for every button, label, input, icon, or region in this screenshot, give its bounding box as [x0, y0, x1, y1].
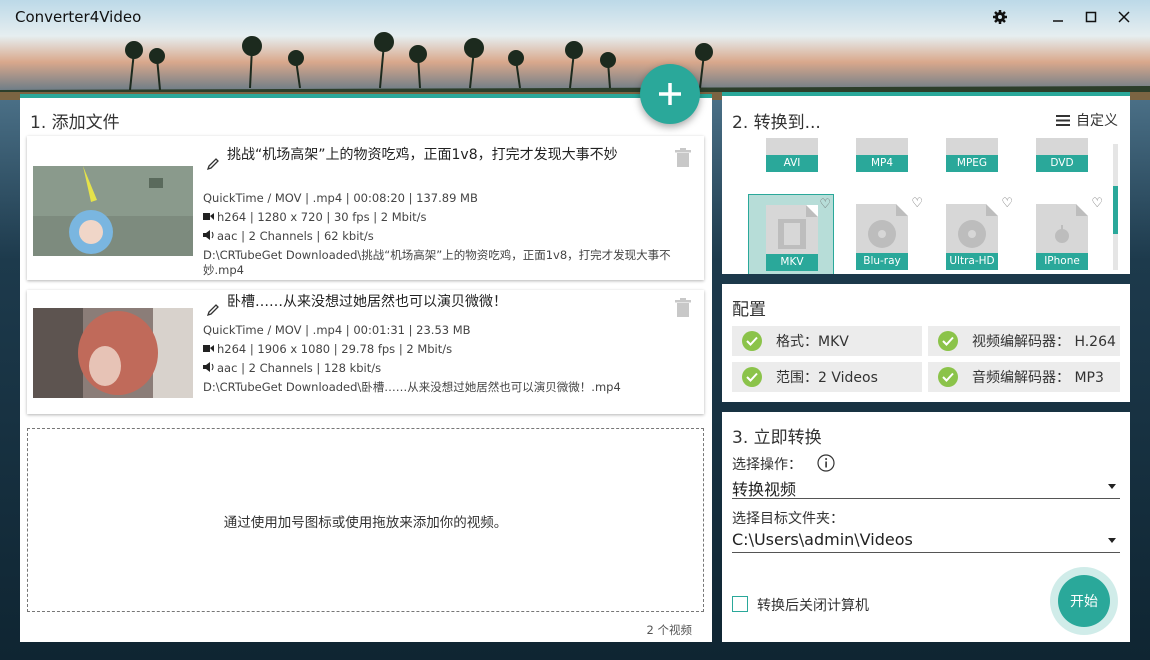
config-title: 配置 [732, 300, 766, 320]
shutdown-checkbox[interactable] [732, 596, 748, 612]
check-icon [742, 367, 762, 387]
config-range[interactable]: 范围：2 Videos [732, 362, 922, 392]
plus-icon [659, 83, 681, 105]
customize-button[interactable]: 自定义 [1056, 110, 1118, 130]
operation-value: 转换视频 [732, 480, 797, 499]
format-label: Blu-ray [856, 253, 908, 270]
format-label: DVD [1036, 155, 1088, 172]
video-camera-icon [203, 340, 217, 359]
apple-icon [1055, 225, 1069, 243]
config-format-label: 格式：MKV [776, 334, 849, 350]
delete-trash-icon[interactable] [674, 298, 692, 318]
format-label: MKV [766, 254, 818, 271]
info-icon[interactable] [817, 454, 835, 472]
format-tile-mpeg[interactable]: MPEG [929, 138, 1015, 180]
favorite-heart-icon[interactable]: ♡ [1091, 196, 1103, 211]
dropdown-caret-icon [1108, 538, 1116, 543]
folder-label: 选择目标文件夹： [732, 511, 844, 527]
add-files-title: 1. 添加文件 [30, 113, 120, 133]
format-tile-dvd[interactable]: DVD [1019, 138, 1105, 180]
title-bar: Converter4Video [0, 0, 1150, 34]
background-palm-skyline [0, 32, 1150, 100]
file-card-2[interactable]: 卧槽……从来没想过她居然也可以演贝微微！ QuickTime / MOV | .… [27, 290, 704, 414]
settings-gear-icon[interactable] [989, 6, 1011, 28]
add-files-panel: 1. 添加文件 挑战“机场高架”上的物资吃鸡，正面1v8，打完才发现大事不妙 Q… [20, 94, 712, 642]
format-label: IPhone [1036, 253, 1088, 270]
drop-zone-hint: 通过使用加号图标或使用拖放来添加你的视频。 [223, 515, 508, 531]
format-tile-mkv[interactable]: MKV ♡ [748, 194, 834, 274]
operation-select[interactable]: 转换视频 [732, 473, 1120, 499]
convert-to-panel: 2. 转换到... 自定义 AVI MP4 MPEG DVD MKV ♡ Blu… [722, 92, 1130, 274]
delete-trash-icon[interactable] [674, 148, 692, 168]
convert-now-panel: 3. 立即转换 选择操作： 转换视频 选择目标文件夹： C:\Users\adm… [722, 412, 1130, 642]
config-audio-codec-label: 音频编解码器： MP3 [972, 370, 1104, 386]
folder-value: C:\Users\admin\Videos [732, 530, 913, 549]
customize-label: 自定义 [1076, 113, 1118, 129]
disc-icon [958, 220, 986, 248]
close-icon[interactable] [1113, 6, 1135, 28]
config-video-codec[interactable]: 视频编解码器： H.264 [928, 326, 1120, 356]
convert-now-title: 3. 立即转换 [732, 428, 822, 448]
format-label: AVI [766, 155, 818, 172]
folder-select[interactable]: C:\Users\admin\Videos [732, 527, 1120, 553]
favorite-heart-icon[interactable]: ♡ [819, 197, 831, 212]
convert-to-title: 2. 转换到... [732, 113, 821, 133]
check-icon [938, 367, 958, 387]
file-path: D:\CRTubeGet Downloaded\挑战“机场高架”上的物资吃鸡，正… [203, 248, 671, 277]
start-button[interactable]: 开始 [1058, 575, 1110, 627]
operation-label: 选择操作： [732, 457, 802, 473]
video-camera-icon [203, 208, 217, 227]
minimize-icon[interactable] [1047, 6, 1069, 28]
favorite-heart-icon[interactable]: ♡ [1001, 196, 1013, 211]
check-icon [742, 331, 762, 351]
config-audio-codec[interactable]: 音频编解码器： MP3 [928, 362, 1120, 392]
file-path: D:\CRTubeGet Downloaded\卧槽……从来没想过她居然也可以演… [203, 380, 621, 394]
format-label: MPEG [946, 155, 998, 172]
drop-zone[interactable]: 通过使用加号图标或使用拖放来添加你的视频。 [27, 428, 704, 612]
video-count: 2 个视频 [646, 623, 692, 637]
format-tile-avi[interactable]: AVI [749, 138, 835, 180]
file-container-info: QuickTime / MOV | .mp4 | 00:01:31 | 23.5… [203, 323, 471, 337]
format-tile-bluray[interactable]: Blu-ray ♡ [839, 194, 925, 274]
add-file-button[interactable] [640, 64, 700, 124]
config-video-codec-label: 视频编解码器： H.264 [972, 334, 1116, 350]
file-card-1[interactable]: 挑战“机场高架”上的物资吃鸡，正面1v8，打完才发现大事不妙 QuickTime… [27, 136, 704, 280]
format-tile-ultrahd[interactable]: Ultra-HD ♡ [929, 194, 1015, 274]
file-video-info: h264 | 1906 x 1080 | 29.78 fps | 2 Mbit/… [203, 340, 452, 359]
config-panel: 配置 格式：MKV 视频编解码器： H.264 范围：2 Videos 音频编解… [722, 284, 1130, 402]
config-format[interactable]: 格式：MKV [732, 326, 922, 356]
speaker-icon [203, 359, 217, 378]
file-audio-info: aac | 2 Channels | 62 kbit/s [203, 227, 374, 246]
format-label: MP4 [856, 155, 908, 172]
format-grid: AVI MP4 MPEG DVD MKV ♡ Blu-ray ♡ Ultra-H… [722, 138, 1112, 274]
check-icon [938, 331, 958, 351]
edit-name-pencil-icon[interactable] [205, 156, 221, 172]
dropdown-caret-icon [1108, 484, 1116, 489]
edit-name-pencil-icon[interactable] [205, 302, 221, 318]
app-title: Converter4Video [15, 8, 142, 26]
favorite-heart-icon[interactable]: ♡ [911, 196, 923, 211]
format-tile-iphone[interactable]: IPhone ♡ [1019, 194, 1105, 274]
format-scrollbar-thumb[interactable] [1113, 186, 1118, 234]
format-label: Ultra-HD [946, 253, 998, 270]
file-name: 卧槽……从来没想过她居然也可以演贝微微！ [227, 294, 507, 310]
video-thumbnail [33, 166, 193, 256]
format-tile-mp4[interactable]: MP4 [839, 138, 925, 180]
file-video-info: h264 | 1280 x 720 | 30 fps | 2 Mbit/s [203, 208, 427, 227]
maximize-icon[interactable] [1080, 6, 1102, 28]
file-name: 挑战“机场高架”上的物资吃鸡，正面1v8，打完才发现大事不妙 [227, 147, 618, 163]
shutdown-label: 转换后关闭计算机 [757, 598, 869, 614]
film-icon [778, 219, 806, 249]
file-audio-info: aac | 2 Channels | 128 kbit/s [203, 359, 381, 378]
disc-icon [868, 220, 896, 248]
file-container-info: QuickTime / MOV | .mp4 | 00:08:20 | 137.… [203, 191, 478, 205]
config-range-label: 范围：2 Videos [776, 370, 878, 386]
menu-icon [1056, 114, 1070, 126]
video-thumbnail [33, 308, 193, 398]
speaker-icon [203, 227, 217, 246]
